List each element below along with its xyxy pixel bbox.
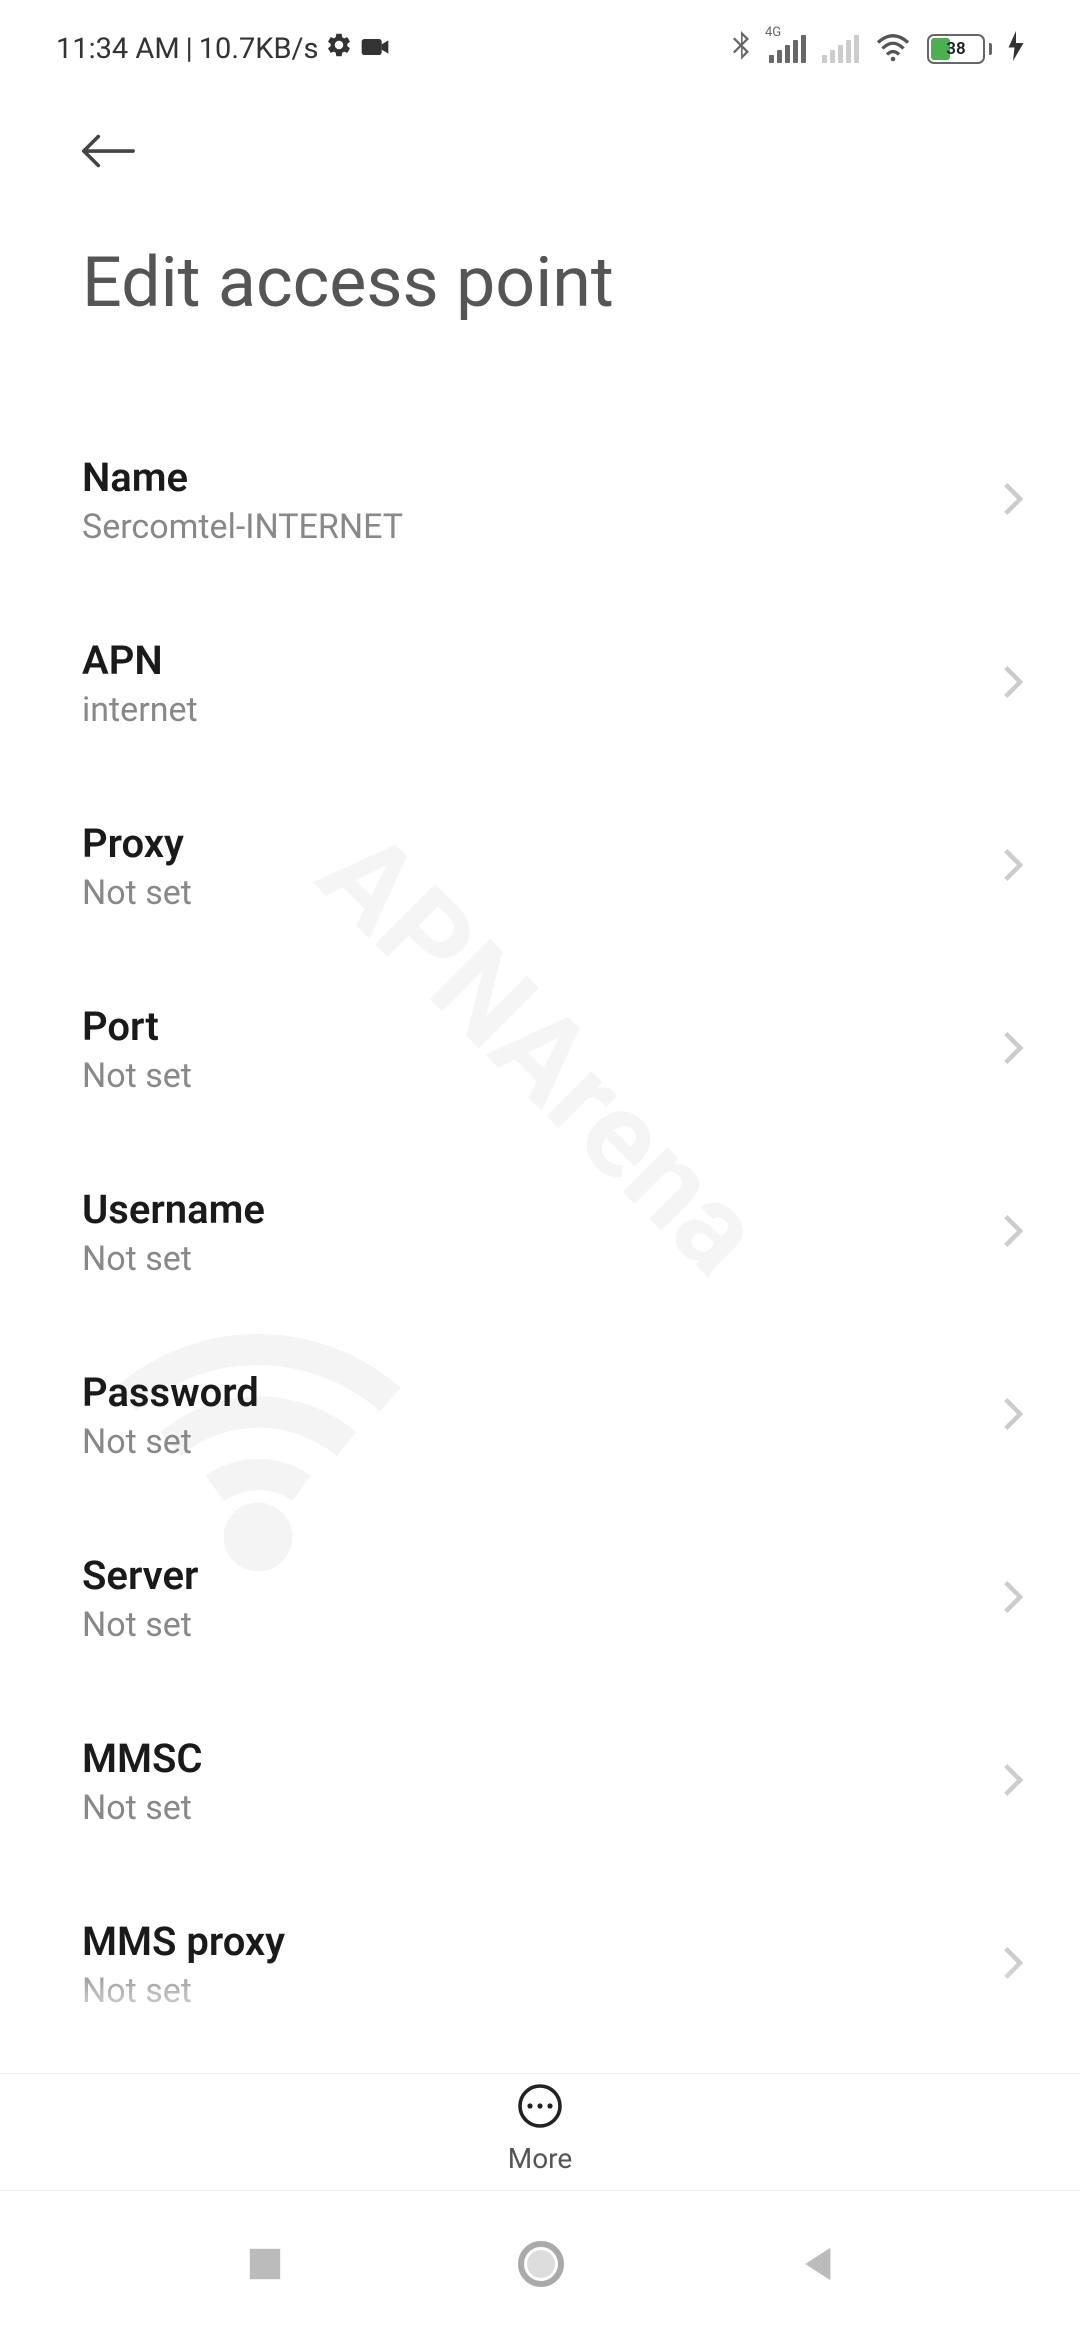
setting-row-apn[interactable]: APN internet bbox=[82, 597, 1024, 780]
status-separator: | bbox=[186, 32, 193, 66]
bottom-toolbar: More bbox=[0, 2073, 1080, 2175]
setting-value: Not set bbox=[82, 1239, 265, 1279]
camera-icon bbox=[359, 32, 391, 66]
navigation-bar bbox=[0, 2190, 1080, 2340]
chevron-right-icon bbox=[1002, 1762, 1024, 1802]
status-left: 11:34 AM | 10.7KB/s bbox=[56, 31, 391, 67]
setting-value: Sercomtel-INTERNET bbox=[82, 507, 403, 547]
chevron-right-icon bbox=[1002, 1945, 1024, 1985]
setting-label: MMS proxy bbox=[82, 1918, 285, 1965]
header: Edit access point bbox=[0, 90, 1080, 364]
page-title: Edit access point bbox=[78, 242, 1024, 324]
chevron-right-icon bbox=[1002, 847, 1024, 887]
chevron-right-icon bbox=[1002, 1579, 1024, 1619]
circle-icon bbox=[517, 2240, 565, 2288]
setting-label: MMSC bbox=[82, 1735, 203, 1782]
setting-row-mmsc[interactable]: MMSC Not set bbox=[82, 1695, 1024, 1878]
setting-row-mms-proxy[interactable]: MMS proxy Not set bbox=[82, 1878, 1024, 2061]
setting-label: Proxy bbox=[82, 820, 192, 867]
setting-value: internet bbox=[82, 690, 198, 730]
more-button[interactable]: More bbox=[508, 2082, 573, 2175]
setting-row-username[interactable]: Username Not set bbox=[82, 1146, 1024, 1329]
chevron-right-icon bbox=[1002, 664, 1024, 704]
battery-icon: 38 bbox=[927, 34, 992, 64]
status-time: 11:34 AM bbox=[56, 32, 180, 66]
charging-icon bbox=[1008, 31, 1024, 68]
setting-row-proxy[interactable]: Proxy Not set bbox=[82, 780, 1024, 963]
status-speed: 10.7KB/s bbox=[199, 32, 319, 66]
nav-back-button[interactable] bbox=[798, 2244, 834, 2288]
status-right: 4G 38 bbox=[729, 31, 1024, 68]
setting-value: Not set bbox=[82, 1605, 198, 1645]
nav-home-button[interactable] bbox=[517, 2240, 565, 2292]
chevron-right-icon bbox=[1002, 1396, 1024, 1436]
gear-icon bbox=[325, 31, 353, 67]
setting-value: Not set bbox=[82, 1788, 203, 1828]
setting-row-name[interactable]: Name Sercomtel-INTERNET bbox=[82, 414, 1024, 597]
wifi-icon bbox=[875, 32, 911, 66]
more-label: More bbox=[508, 2142, 573, 2175]
setting-label: Server bbox=[82, 1552, 198, 1599]
setting-label: Password bbox=[82, 1369, 259, 1416]
chevron-right-icon bbox=[1002, 481, 1024, 521]
more-icon bbox=[516, 2082, 564, 2130]
settings-list: Name Sercomtel-INTERNET APN internet Pro… bbox=[0, 364, 1080, 2061]
chevron-right-icon bbox=[1002, 1213, 1024, 1253]
back-button[interactable] bbox=[78, 130, 136, 172]
triangle-back-icon bbox=[798, 2244, 834, 2284]
setting-value: Not set bbox=[82, 873, 192, 913]
battery-level: 38 bbox=[946, 39, 965, 59]
signal-sim1-icon: 4G bbox=[769, 35, 806, 63]
signal-sim2-icon bbox=[822, 35, 859, 63]
setting-label: Port bbox=[82, 1003, 192, 1050]
setting-label: Name bbox=[82, 454, 403, 501]
setting-value: Not set bbox=[82, 1056, 192, 1096]
bluetooth-icon bbox=[729, 31, 753, 67]
nav-recents-button[interactable] bbox=[246, 2245, 284, 2287]
status-bar: 11:34 AM | 10.7KB/s 4G bbox=[0, 0, 1080, 90]
setting-value: Not set bbox=[82, 1422, 259, 1462]
chevron-right-icon bbox=[1002, 1030, 1024, 1070]
setting-row-server[interactable]: Server Not set bbox=[82, 1512, 1024, 1695]
setting-row-password[interactable]: Password Not set bbox=[82, 1329, 1024, 1512]
setting-value: Not set bbox=[82, 1971, 285, 2011]
square-icon bbox=[246, 2245, 284, 2283]
setting-label: Username bbox=[82, 1186, 265, 1233]
setting-row-port[interactable]: Port Not set bbox=[82, 963, 1024, 1146]
setting-label: APN bbox=[82, 637, 198, 684]
